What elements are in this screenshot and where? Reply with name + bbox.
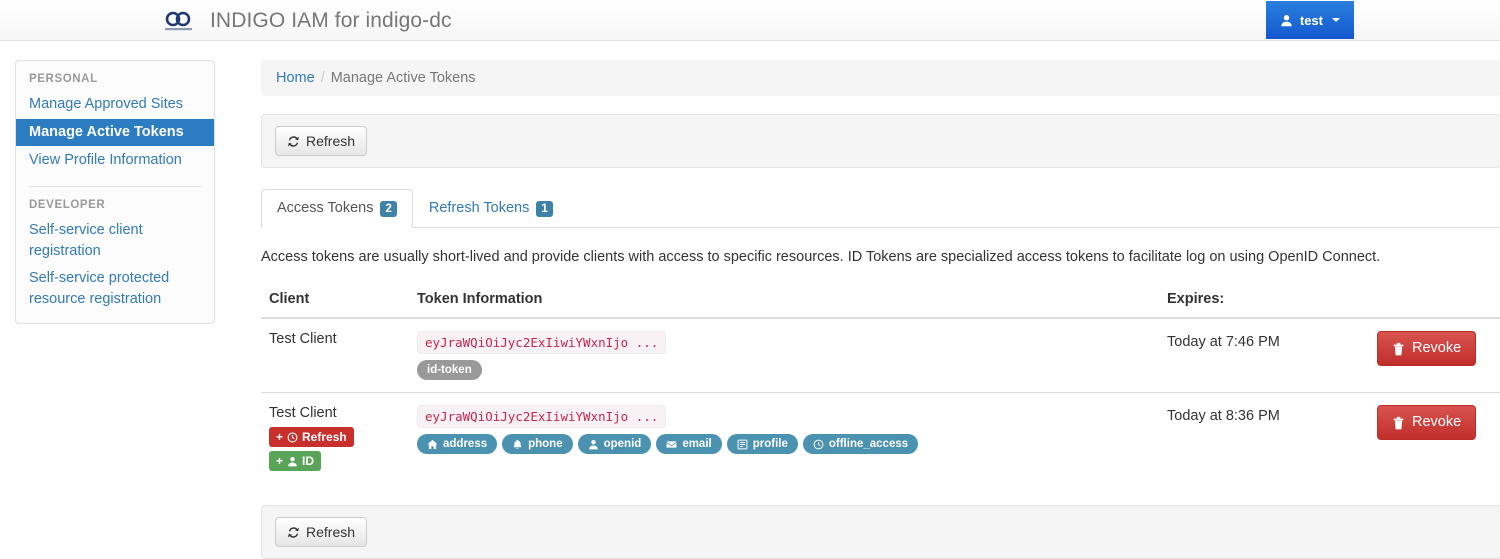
scope-email: email bbox=[656, 434, 722, 454]
column-header-action bbox=[1369, 285, 1500, 319]
scope-profile: profile bbox=[726, 434, 798, 454]
breadcrumb-current: Manage Active Tokens bbox=[330, 70, 476, 86]
bell-icon bbox=[512, 439, 523, 450]
clock-icon bbox=[813, 439, 824, 450]
list-icon bbox=[737, 439, 748, 450]
trash-icon bbox=[1392, 416, 1405, 430]
trash-icon bbox=[1392, 342, 1405, 356]
sidebar-item-manage-approved-sites[interactable]: Manage Approved Sites bbox=[16, 91, 214, 118]
scope-list: address phone openid email profile offli… bbox=[417, 434, 1151, 454]
client-name: Test Client bbox=[269, 405, 337, 421]
sidebar-heading-personal: PERSONAL bbox=[29, 73, 98, 85]
plus-sign: + bbox=[276, 430, 284, 444]
refresh-icon bbox=[287, 526, 300, 539]
sidebar-divider bbox=[29, 186, 201, 187]
home-icon bbox=[427, 439, 438, 450]
cell-token-information: eyJraWQiOiJyc2ExIiwiYWxnIjo ... id-token bbox=[409, 318, 1159, 393]
column-header-token-information: Token Information bbox=[409, 285, 1159, 319]
scope-email-label: email bbox=[682, 438, 712, 450]
sidebar-item-manage-active-tokens[interactable]: Manage Active Tokens bbox=[16, 119, 214, 146]
token-value[interactable]: eyJraWQiOiJyc2ExIiwiYWxnIjo ... bbox=[417, 405, 667, 428]
revoke-button-label: Revoke bbox=[1412, 414, 1462, 430]
id-token-mini-label-text: ID bbox=[302, 454, 315, 468]
scope-phone-label: phone bbox=[528, 438, 563, 450]
bottom-toolbar: Refresh bbox=[261, 505, 1500, 559]
scope-phone: phone bbox=[502, 434, 573, 454]
tab-refresh-tokens[interactable]: Refresh Tokens 1 bbox=[413, 189, 569, 228]
scope-offline-access-label: offline_access bbox=[828, 438, 909, 450]
token-extra-labels: + Refresh + ID bbox=[269, 427, 401, 471]
column-header-expires: Expires: bbox=[1159, 285, 1369, 319]
envelope-icon bbox=[666, 439, 677, 450]
cell-token-information: eyJraWQiOiJyc2ExIiwiYWxnIjo ... address bbox=[409, 392, 1159, 483]
table-header-row: Client Token Information Expires: bbox=[261, 285, 1500, 319]
scope-openid-label: openid bbox=[603, 438, 642, 450]
access-tokens-table: Client Token Information Expires: Test C… bbox=[261, 285, 1500, 483]
user-icon bbox=[1280, 14, 1293, 27]
plus-sign: + bbox=[276, 454, 284, 468]
sidebar-item-view-profile-information[interactable]: View Profile Information bbox=[16, 147, 214, 174]
cell-client: Test Client bbox=[269, 331, 337, 347]
user-icon bbox=[287, 456, 298, 467]
main-content: Home / Manage Active Tokens Refresh Access… bbox=[261, 60, 1500, 559]
user-menu-button[interactable]: test bbox=[1265, 1, 1354, 39]
brand-title: INDIGO IAM for indigo-dc bbox=[210, 8, 452, 32]
tab-description: Access tokens are usually short-lived an… bbox=[261, 249, 1381, 265]
refresh-button-bottom-label: Refresh bbox=[306, 524, 356, 540]
breadcrumb: Home / Manage Active Tokens bbox=[261, 60, 1500, 96]
top-toolbar: Refresh bbox=[261, 114, 1500, 168]
tab-access-tokens[interactable]: Access Tokens 2 bbox=[261, 189, 413, 228]
indigo-infinity-logo-icon bbox=[160, 6, 198, 36]
scope-address: address bbox=[417, 434, 498, 454]
user-icon bbox=[588, 439, 599, 450]
revoke-button[interactable]: Revoke bbox=[1377, 405, 1477, 440]
scope-offline-access: offline_access bbox=[802, 434, 919, 454]
tab-refresh-tokens-badge: 1 bbox=[536, 200, 553, 217]
top-navbar: INDIGO IAM for indigo-dc test bbox=[0, 0, 1500, 41]
clock-icon bbox=[287, 432, 298, 443]
refresh-token-label: + Refresh bbox=[269, 427, 354, 447]
sidebar: PERSONAL Manage Approved Sites Manage Ac… bbox=[15, 60, 215, 324]
sidebar-heading-developer: DEVELOPER bbox=[29, 199, 106, 211]
refresh-button-top-label: Refresh bbox=[306, 133, 356, 149]
refresh-token-label-text: Refresh bbox=[302, 430, 347, 444]
id-token-label: id-token bbox=[417, 360, 482, 380]
table-row: Test Client + Refresh + ID eyJraWQiOiJyc… bbox=[261, 392, 1500, 483]
user-menu-label: test bbox=[1299, 12, 1323, 28]
cell-expires: Today at 7:46 PM bbox=[1167, 334, 1280, 350]
cell-action: Revoke bbox=[1369, 392, 1500, 483]
column-header-client: Client bbox=[261, 285, 409, 319]
refresh-button-top[interactable]: Refresh bbox=[275, 126, 368, 156]
tab-access-tokens-badge: 2 bbox=[380, 200, 397, 217]
scope-profile-label: profile bbox=[752, 438, 788, 450]
sidebar-item-self-service-client-registration[interactable]: Self-service client registration bbox=[16, 217, 214, 265]
breadcrumb-separator: / bbox=[320, 70, 325, 86]
tab-refresh-tokens-label: Refresh Tokens bbox=[428, 200, 530, 216]
token-tabs: Access Tokens 2 Refresh Tokens 1 bbox=[261, 189, 1500, 228]
breadcrumb-home-link[interactable]: Home bbox=[276, 70, 315, 86]
cell-client: Test Client + Refresh + ID bbox=[261, 392, 409, 483]
caret-down-icon bbox=[1332, 18, 1340, 22]
id-token-mini-label: + ID bbox=[269, 451, 322, 471]
table-row: Test Client eyJraWQiOiJyc2ExIiwiYWxnIjo … bbox=[261, 318, 1500, 393]
refresh-icon bbox=[287, 135, 300, 148]
token-value[interactable]: eyJraWQiOiJyc2ExIiwiYWxnIjo ... bbox=[417, 331, 667, 354]
scope-openid: openid bbox=[577, 434, 652, 454]
revoke-button-label: Revoke bbox=[1412, 340, 1462, 356]
scope-address-label: address bbox=[443, 438, 488, 450]
revoke-button[interactable]: Revoke bbox=[1377, 331, 1477, 366]
cell-expires: Today at 8:36 PM bbox=[1159, 392, 1369, 483]
sidebar-item-self-service-protected-resource-registration[interactable]: Self-service protected resource registra… bbox=[16, 265, 214, 313]
tab-access-tokens-label: Access Tokens bbox=[277, 200, 374, 216]
brand[interactable]: INDIGO IAM for indigo-dc bbox=[160, 0, 452, 41]
cell-action: Revoke bbox=[1369, 318, 1500, 393]
